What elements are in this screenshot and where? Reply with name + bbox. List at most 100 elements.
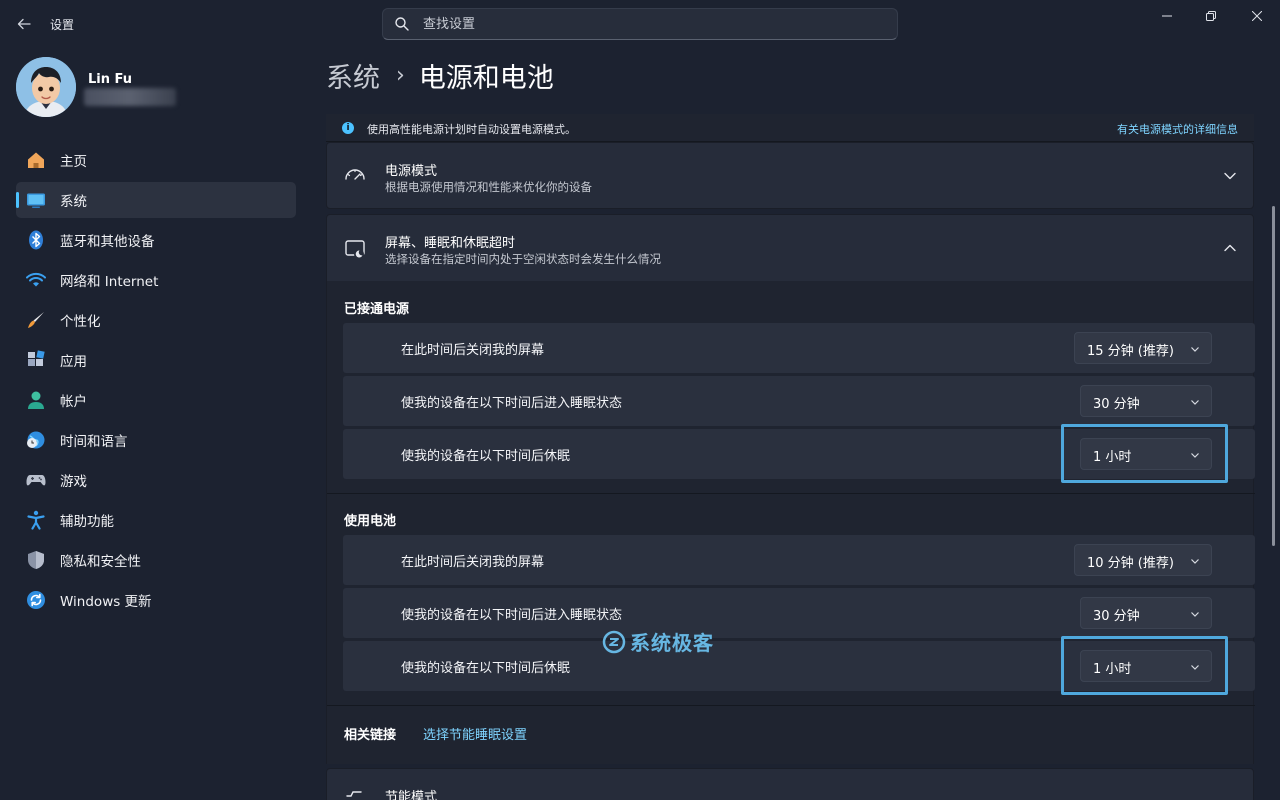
- brush-icon: [28, 312, 44, 328]
- dropdown-value: 10 分钟 (推荐): [1087, 556, 1174, 571]
- search-input[interactable]: [423, 9, 883, 39]
- chevron-down-icon[interactable]: [1223, 169, 1237, 183]
- update-icon: [27, 591, 45, 609]
- title-bar: 设置: [0, 0, 1280, 48]
- row-label: 使我的设备在以下时间后休眠: [401, 449, 571, 464]
- plugged-in-heading: 已接通电源: [344, 302, 410, 317]
- screen-sleep-card[interactable]: 屏幕、睡眠和休眠超时 选择设备在指定时间内处于空闲状态时会发生什么情况: [326, 214, 1254, 282]
- sidebar-item-gaming[interactable]: 游戏: [16, 462, 296, 498]
- sidebar-item-personalization[interactable]: 个性化: [16, 302, 296, 338]
- shield-icon: [28, 551, 44, 569]
- chevron-down-icon: [1191, 612, 1199, 617]
- sidebar-item-label: 应用: [60, 354, 87, 370]
- chevron-down-icon: [1191, 400, 1199, 405]
- wifi-icon: [26, 272, 46, 287]
- dropdown-value: 30 分钟: [1093, 397, 1140, 412]
- battery-screen-off-dropdown[interactable]: 10 分钟 (推荐): [1074, 544, 1212, 576]
- highlight-box: [1061, 636, 1228, 695]
- sidebar-item-privacy[interactable]: 隐私和安全性: [16, 542, 296, 578]
- accessibility-icon: [27, 510, 45, 530]
- sidebar-item-label: 蓝牙和其他设备: [60, 234, 155, 250]
- related-links-label: 相关链接: [344, 728, 397, 743]
- close-button[interactable]: [1234, 0, 1280, 32]
- gamepad-icon: [26, 475, 46, 486]
- plugged-sleep-row: 使我的设备在以下时间后进入睡眠状态 30 分钟: [343, 376, 1255, 426]
- avatar-image: [16, 57, 76, 117]
- restore-button[interactable]: [1188, 0, 1234, 32]
- minimize-icon: [1162, 15, 1172, 17]
- energy-saver-icon: [346, 791, 362, 797]
- breadcrumb-parent[interactable]: 系统: [326, 56, 380, 95]
- watermark: 系统极客: [602, 627, 714, 656]
- chevron-down-icon: [1191, 559, 1199, 564]
- sidebar-item-label: 个性化: [60, 314, 101, 330]
- sidebar-item-label: 游戏: [60, 474, 87, 490]
- power-mode-card[interactable]: 电源模式 根据电源使用情况和性能来优化你的设备: [326, 142, 1254, 209]
- app-title: 设置: [50, 18, 75, 32]
- apps-icon: [28, 350, 45, 366]
- row-label: 使我的设备在以下时间后进入睡眠状态: [401, 608, 623, 623]
- page-title: 电源和电池: [418, 63, 554, 94]
- info-text: 使用高性能电源计划时自动设置电源模式。: [367, 123, 576, 136]
- account-icon: [28, 391, 44, 409]
- plugged-screen-off-row: 在此时间后关闭我的屏幕 15 分钟 (推荐): [343, 323, 1255, 373]
- energy-saver-title: 节能模式: [385, 790, 438, 800]
- profile-email-redacted: [84, 88, 176, 106]
- sidebar-item-network[interactable]: 网络和 Internet: [16, 262, 296, 298]
- divider: [327, 705, 1255, 706]
- sidebar-item-apps[interactable]: 应用: [16, 342, 296, 378]
- plugged-screen-off-dropdown[interactable]: 15 分钟 (推荐): [1074, 332, 1212, 364]
- battery-sleep-row: 使我的设备在以下时间后进入睡眠状态 30 分钟: [343, 588, 1255, 638]
- info-icon: i: [342, 122, 354, 134]
- watermark-logo-icon: [602, 630, 626, 653]
- chevron-up-icon[interactable]: [1223, 241, 1237, 255]
- sidebar-item-home[interactable]: 主页: [16, 142, 296, 178]
- sidebar-item-system[interactable]: 系统: [16, 182, 296, 218]
- close-icon: [1252, 11, 1262, 21]
- scrollbar-thumb[interactable]: [1272, 206, 1275, 546]
- sidebar-item-label: 主页: [60, 154, 87, 170]
- divider: [327, 493, 1255, 494]
- battery-sleep-dropdown[interactable]: 30 分钟: [1080, 597, 1212, 629]
- sidebar-item-bluetooth[interactable]: 蓝牙和其他设备: [16, 222, 296, 258]
- sidebar-item-label: 帐户: [60, 394, 87, 410]
- chevron-down-icon: [1191, 347, 1199, 352]
- sidebar-item-time-language[interactable]: 时间和语言: [16, 422, 296, 458]
- sidebar-item-label: 系统: [60, 194, 87, 210]
- dropdown-value: 30 分钟: [1093, 609, 1140, 624]
- arrow-left-icon: [17, 18, 31, 30]
- search-box[interactable]: [382, 8, 898, 40]
- row-label: 使我的设备在以下时间后进入睡眠状态: [401, 396, 623, 411]
- row-label: 在此时间后关闭我的屏幕: [401, 343, 545, 358]
- chevron-right-icon: ›: [396, 63, 405, 88]
- watermark-text: 系统极客: [630, 631, 714, 655]
- screen-sleep-title: 屏幕、睡眠和休眠超时: [385, 236, 516, 251]
- avatar[interactable]: [16, 57, 76, 117]
- sidebar-item-accessibility[interactable]: 辅助功能: [16, 502, 296, 538]
- row-label: 在此时间后关闭我的屏幕: [401, 555, 545, 570]
- power-mode-gauge-icon: [345, 169, 365, 180]
- restore-icon: [1206, 11, 1216, 21]
- highlight-box: [1061, 424, 1228, 483]
- profile-name: Lin Fu: [88, 72, 133, 87]
- sidebar-item-windows-update[interactable]: Windows 更新: [16, 582, 296, 618]
- minimize-button[interactable]: [1144, 0, 1190, 32]
- back-button[interactable]: [10, 10, 38, 38]
- screen-sleep-icon: [345, 240, 365, 259]
- dropdown-value: 15 分钟 (推荐): [1087, 344, 1174, 359]
- search-icon: [395, 17, 409, 31]
- battery-screen-off-row: 在此时间后关闭我的屏幕 10 分钟 (推荐): [343, 535, 1255, 585]
- sidebar-nav: 主页 系统 蓝牙和其他设备 网络和 Internet 个性化 应用 帐户 时间和…: [16, 142, 296, 622]
- plugged-sleep-dropdown[interactable]: 30 分钟: [1080, 385, 1212, 417]
- power-mode-info-link[interactable]: 有关电源模式的详细信息: [1117, 121, 1238, 137]
- energy-saver-card[interactable]: 节能模式: [326, 768, 1254, 800]
- power-mode-subtitle: 根据电源使用情况和性能来优化你的设备: [385, 180, 592, 194]
- sidebar-item-accounts[interactable]: 帐户: [16, 382, 296, 418]
- energy-saving-sleep-link[interactable]: 选择节能睡眠设置: [423, 724, 527, 743]
- sidebar-item-label: 辅助功能: [60, 514, 114, 530]
- sidebar-item-label: 时间和语言: [60, 434, 128, 450]
- sidebar-item-label: Windows 更新: [60, 594, 152, 610]
- sidebar-item-label: 隐私和安全性: [60, 554, 141, 570]
- info-bar: i 使用高性能电源计划时自动设置电源模式。 有关电源模式的详细信息: [326, 114, 1254, 142]
- row-label: 使我的设备在以下时间后休眠: [401, 661, 571, 676]
